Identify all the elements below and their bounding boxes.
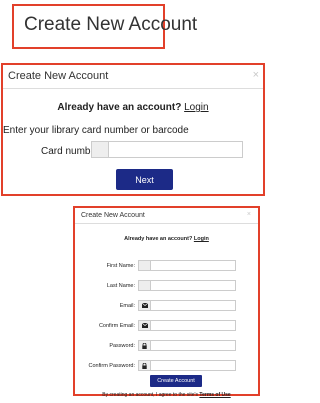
lock-icon xyxy=(138,340,151,351)
close-icon[interactable]: × xyxy=(253,69,259,81)
first-name-prefix xyxy=(138,260,151,271)
password-label: Password: xyxy=(109,343,135,349)
email-label: Email: xyxy=(119,303,135,309)
last-name-prefix xyxy=(138,280,151,291)
terms-of-use-link[interactable]: Terms of Use xyxy=(199,392,230,398)
first-name-label: First Name: xyxy=(106,263,135,269)
confirm-email-field[interactable] xyxy=(151,320,236,331)
confirm-password-field[interactable] xyxy=(151,360,236,371)
confirm-password-label: Confirm Password: xyxy=(88,363,135,369)
terms-note: By creating an account, I agree to the s… xyxy=(75,392,258,398)
create-account-button[interactable]: Create Account xyxy=(150,375,202,387)
envelope-icon xyxy=(138,300,151,311)
lock-icon xyxy=(138,360,151,371)
login-prompt: Already have an account? Login xyxy=(3,102,263,113)
login-link[interactable]: Login xyxy=(184,102,208,113)
registration-dialog: Create New Account × Already have an acc… xyxy=(73,206,260,398)
login-link[interactable]: Login xyxy=(194,236,209,242)
card-number-input[interactable] xyxy=(109,141,243,158)
card-number-dialog: Create New Account × Already have an acc… xyxy=(1,63,265,196)
card-instruction: Enter your library card number or barcod… xyxy=(3,125,189,136)
last-name-input[interactable] xyxy=(151,280,236,291)
create-account-heading-panel: Create New Account xyxy=(12,4,197,49)
dialog-header: Create New Account × xyxy=(75,208,258,224)
login-prompt-text: Already have an account? xyxy=(124,236,193,242)
login-prompt-text: Already have an account? xyxy=(57,102,182,113)
next-button[interactable]: Next xyxy=(116,169,173,190)
dialog-title: Create New Account xyxy=(81,212,145,219)
card-number-prefix xyxy=(91,141,109,158)
create-account-heading[interactable]: Create New Account xyxy=(24,14,197,36)
email-field[interactable] xyxy=(151,300,236,311)
dialog-header: Create New Account × xyxy=(3,65,263,89)
first-name-input[interactable] xyxy=(151,260,236,271)
login-prompt: Already have an account? Login xyxy=(75,236,258,242)
terms-note-text: By creating an account, I agree to the s… xyxy=(102,392,199,398)
close-icon[interactable]: × xyxy=(247,211,251,218)
confirm-email-label: Confirm Email: xyxy=(98,323,135,329)
envelope-icon xyxy=(138,320,151,331)
dialog-title: Create New Account xyxy=(8,70,109,82)
password-field[interactable] xyxy=(151,340,236,351)
last-name-label: Last Name: xyxy=(106,283,135,289)
